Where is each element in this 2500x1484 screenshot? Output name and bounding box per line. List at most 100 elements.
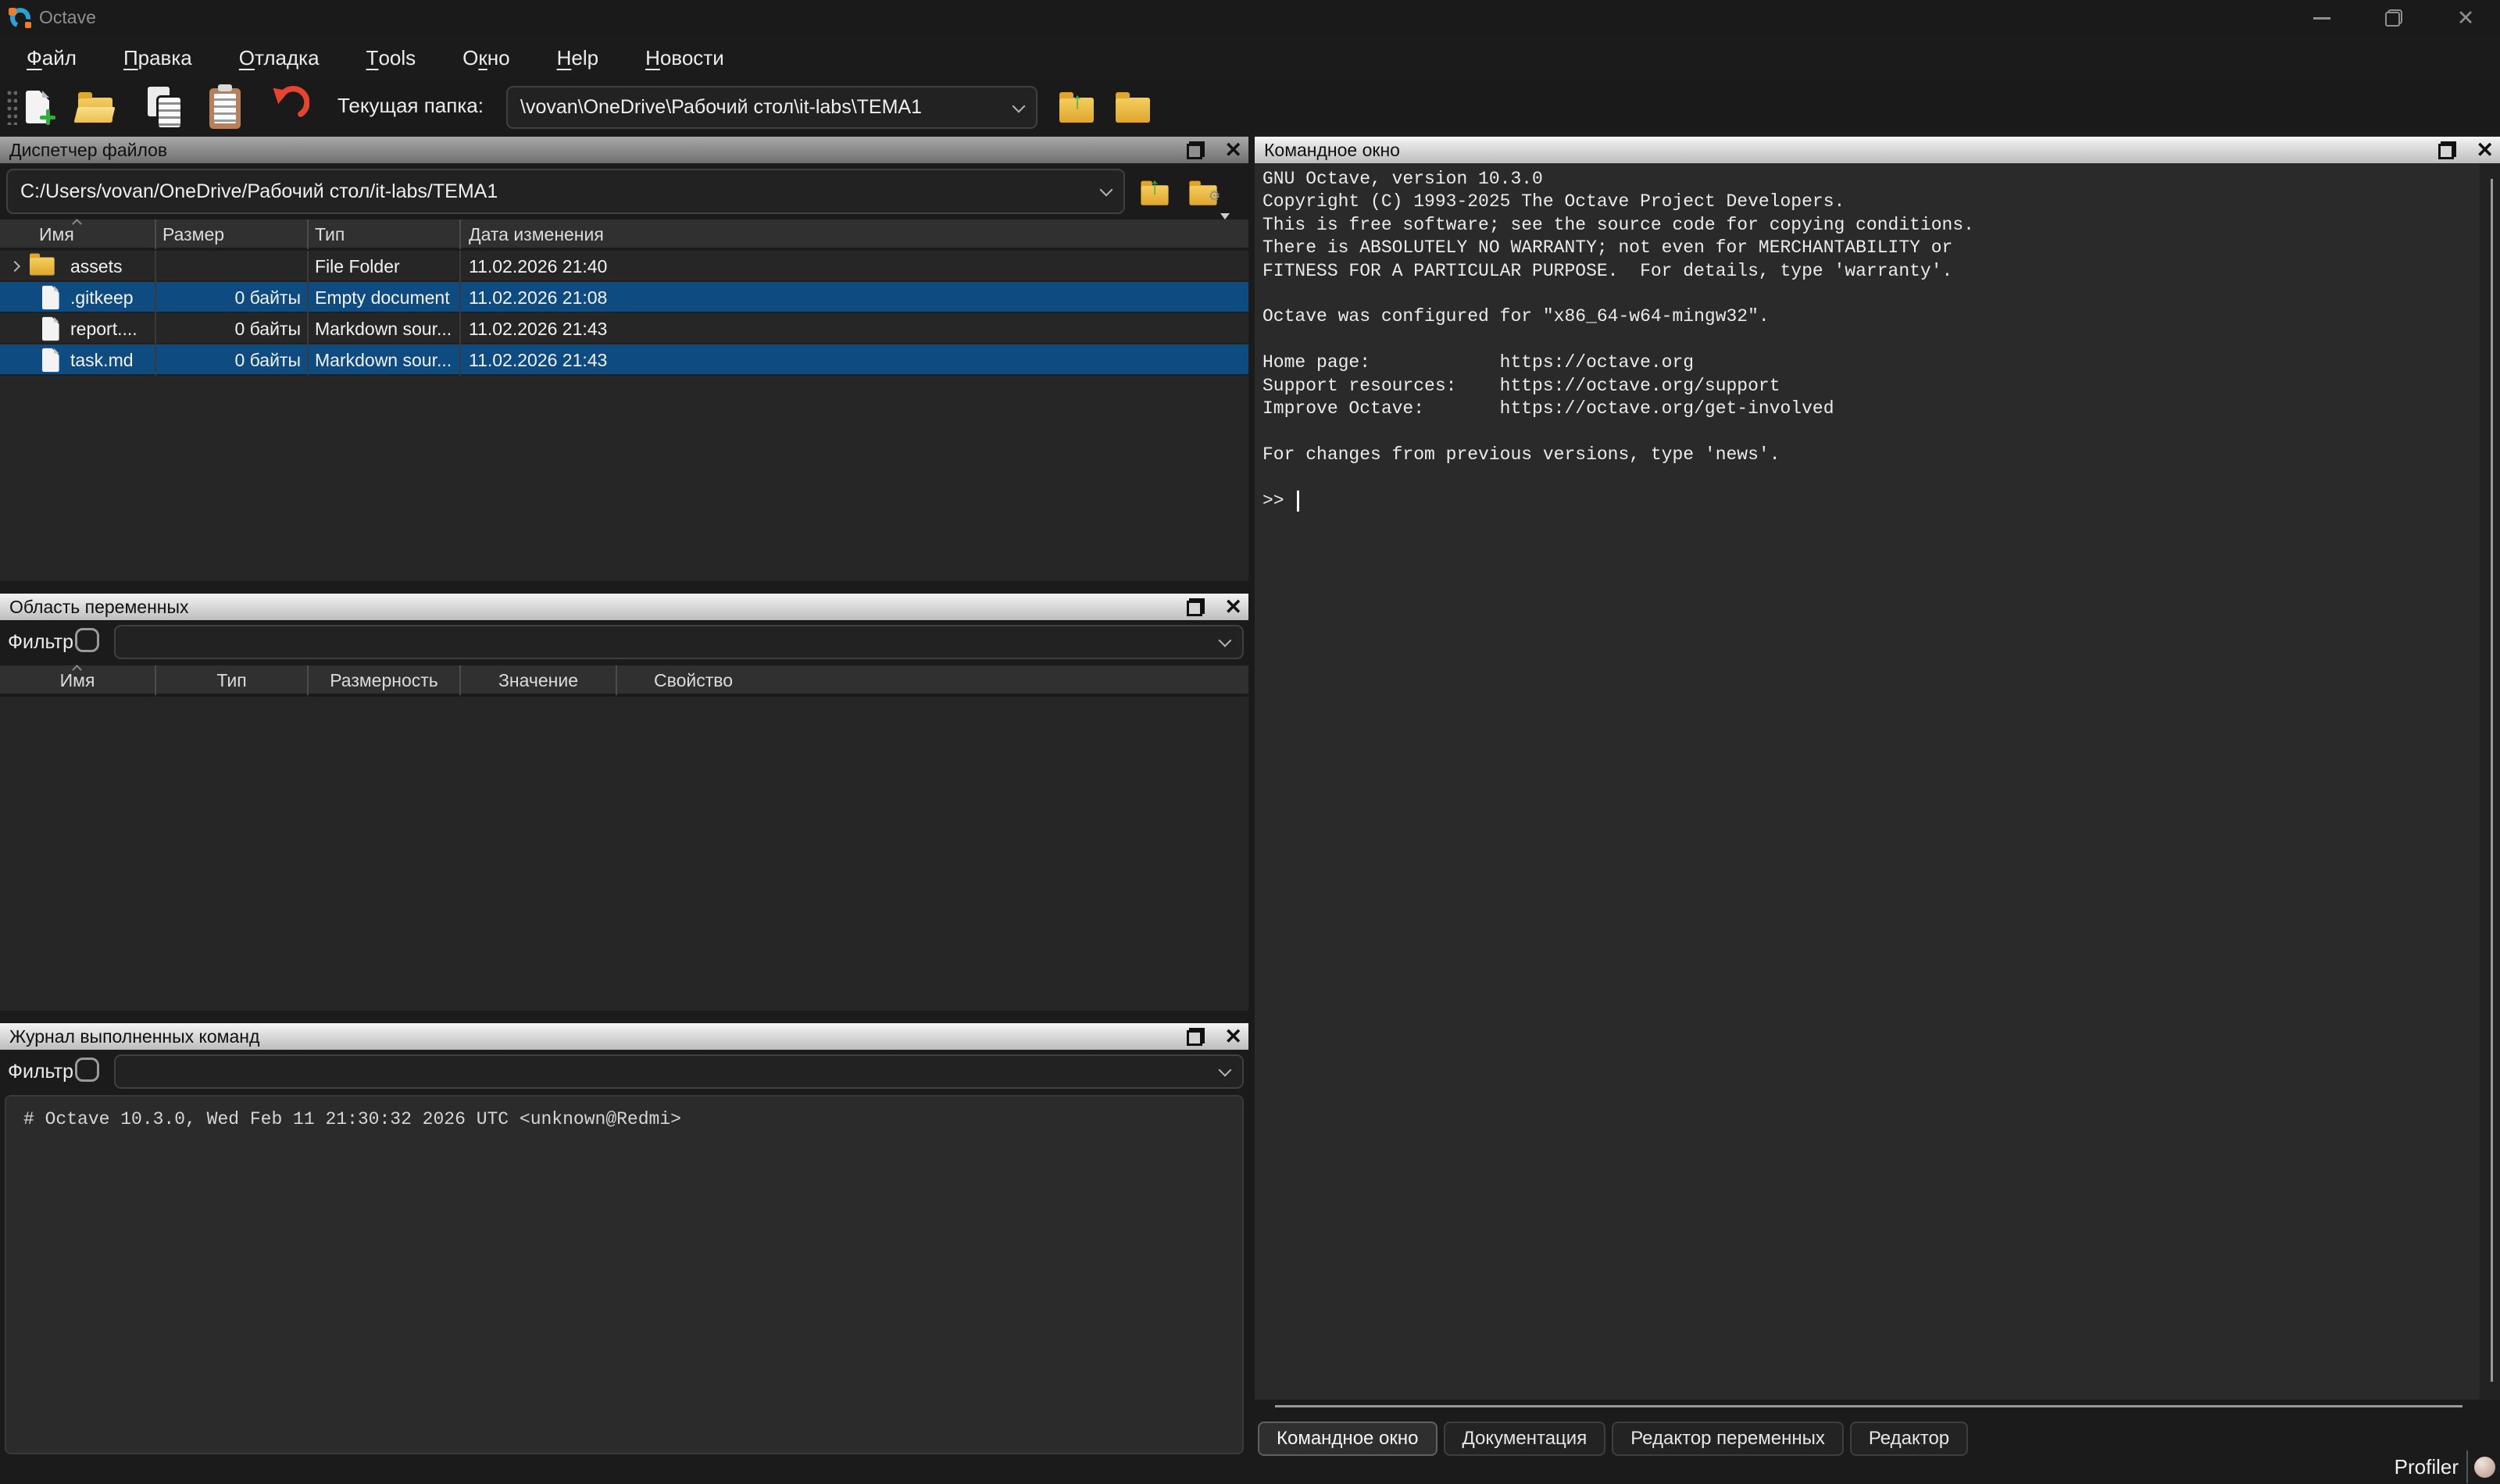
folder-icon	[1116, 98, 1150, 123]
statusbar-divider	[2466, 1450, 2468, 1483]
paste-icon	[209, 88, 241, 129]
column-header-name[interactable]: Имя	[0, 219, 156, 249]
column-header-dimension[interactable]: Размерность	[309, 665, 461, 695]
tab-documentation[interactable]: Документация	[1444, 1422, 1606, 1456]
close-icon: ✕	[2457, 8, 2475, 29]
tab-variable-editor[interactable]: Редактор переменных	[1612, 1422, 1844, 1456]
paste-button[interactable]	[202, 84, 248, 130]
history-filter-combobox[interactable]	[114, 1054, 1244, 1089]
menu-tools[interactable]: Tools	[343, 36, 440, 80]
profiler-status-icon[interactable]	[2474, 1457, 2495, 1478]
file-size: 0 байты	[156, 344, 309, 376]
copy-button[interactable]	[141, 84, 188, 130]
file-type: Markdown sour...	[309, 313, 461, 344]
column-header-type[interactable]: Тип	[309, 219, 461, 249]
tab-command-window[interactable]: Командное окно	[1258, 1422, 1438, 1456]
tab-editor[interactable]: Редактор	[1850, 1422, 1968, 1456]
file-row-assets[interactable]: assets File Folder 11.02.2026 21:40	[0, 251, 1248, 282]
undock-icon[interactable]	[2438, 141, 2457, 160]
undock-icon[interactable]	[1186, 598, 1205, 617]
workspace-variable-list[interactable]	[0, 697, 1248, 1011]
octave-logo-icon	[8, 5, 33, 30]
statusbar: Profiler	[2395, 1450, 2500, 1484]
maximize-button[interactable]	[2358, 0, 2430, 36]
profiler-label: Profiler	[2395, 1455, 2459, 1479]
menu-help[interactable]: Help	[534, 36, 622, 80]
scrollbar-handle[interactable]	[2491, 179, 2493, 1382]
filter-label: Фильтр	[8, 631, 73, 654]
file-icon	[42, 286, 59, 309]
menubar: Файл Правка Отладка Tools Окно Help Ново…	[3, 36, 748, 80]
new-script-button[interactable]	[14, 84, 61, 130]
file-row-task[interactable]: task.md 0 байты Markdown sour... 11.02.2…	[0, 344, 1248, 376]
file-modified: 11.02.2026 21:43	[461, 344, 1248, 376]
history-titlebar: Журнал выполненных команд ✕	[0, 1023, 1248, 1050]
file-row-report[interactable]: report.... 0 байты Markdown sour... 11.0…	[0, 313, 1248, 344]
close-window-button[interactable]: ✕	[2430, 0, 2500, 36]
menu-file[interactable]: Файл	[3, 36, 100, 80]
text-cursor	[1297, 491, 1299, 512]
browse-folder-button[interactable]	[1109, 84, 1156, 130]
workspace-titlebar: Область переменных ✕	[0, 594, 1248, 620]
file-browser-path-value: C:/Users/vovan/OneDrive/Рабочий стол/it-…	[20, 180, 498, 203]
new-document-icon	[26, 91, 49, 123]
folder-up-button[interactable]: ↑	[1053, 84, 1100, 130]
workspace-filter-row: Фильтр	[0, 620, 1248, 664]
history-title: Журнал выполненных команд	[9, 1026, 259, 1047]
workspace-filter-combobox[interactable]	[114, 625, 1244, 659]
window-titlebar: Octave ✕	[0, 0, 2500, 36]
menu-debug[interactable]: Отладка	[216, 36, 343, 80]
command-prompt-line[interactable]: >>	[1262, 490, 1299, 512]
scrollbar-track[interactable]	[2480, 163, 2500, 1400]
window-title: Octave	[39, 7, 96, 28]
file-table-header: Имя Размер Тип Дата изменения	[0, 219, 1248, 249]
column-header-size[interactable]: Размер	[156, 219, 309, 249]
undock-icon[interactable]	[1186, 1027, 1205, 1047]
file-name: report....	[70, 319, 138, 340]
filter-checkbox[interactable]	[75, 1058, 99, 1082]
minimize-button[interactable]	[2286, 0, 2358, 36]
file-browser-path-row: C:/Users/vovan/OneDrive/Рабочий стол/it-…	[0, 163, 1248, 219]
history-filter-row: Фильтр	[0, 1050, 1248, 1093]
file-row-gitkeep[interactable]: .gitkeep 0 байты Empty document 11.02.20…	[0, 282, 1248, 313]
file-modified: 11.02.2026 21:40	[461, 251, 1248, 282]
command-window[interactable]: GNU Octave, version 10.3.0 Copyright (C)…	[1255, 163, 2500, 1400]
column-header-value[interactable]: Значение	[461, 665, 617, 695]
current-folder-combobox[interactable]: \vovan\OneDrive\Рабочий стол\it-labs\TEM…	[506, 86, 1038, 129]
file-browser-actions-button[interactable]: ⚙	[1181, 169, 1225, 215]
menu-news[interactable]: Новости	[622, 36, 748, 80]
restore-icon	[2385, 9, 2402, 27]
undo-button[interactable]	[266, 84, 312, 130]
close-panel-icon[interactable]: ✕	[2476, 140, 2494, 161]
up-arrow-icon: ↑	[1149, 175, 1161, 198]
history-entry[interactable]: # Octave 10.3.0, Wed Feb 11 21:30:32 202…	[23, 1109, 681, 1129]
filter-label: Фильтр	[8, 1061, 73, 1083]
dock-splitter[interactable]	[1275, 1405, 2462, 1407]
close-panel-icon[interactable]: ✕	[1224, 1026, 1242, 1047]
history-list[interactable]: # Octave 10.3.0, Wed Feb 11 21:30:32 202…	[5, 1095, 1244, 1454]
open-file-button[interactable]	[72, 84, 119, 130]
folder-icon	[30, 257, 55, 275]
menu-edit[interactable]: Правка	[100, 36, 216, 80]
expand-chevron-icon[interactable]	[9, 261, 20, 272]
file-icon	[42, 348, 59, 372]
command-output: GNU Octave, version 10.3.0 Copyright (C)…	[1262, 168, 1974, 466]
close-panel-icon[interactable]: ✕	[1224, 597, 1242, 618]
filter-checkbox[interactable]	[75, 628, 99, 652]
file-browser-up-button[interactable]: ↑	[1134, 169, 1175, 215]
column-header-class[interactable]: Тип	[156, 665, 309, 695]
plus-icon	[40, 109, 55, 125]
column-header-modified[interactable]: Дата изменения	[461, 219, 1248, 249]
file-name: task.md	[70, 350, 134, 371]
minimize-icon	[2313, 17, 2330, 20]
close-panel-icon[interactable]: ✕	[1224, 140, 1242, 161]
file-browser-path-combobox[interactable]: C:/Users/vovan/OneDrive/Рабочий стол/it-…	[6, 169, 1125, 214]
dock-tabs: Командное окно Документация Редактор пер…	[1258, 1422, 1968, 1456]
column-header-name[interactable]: Имя	[0, 665, 156, 695]
menu-window[interactable]: Окно	[439, 36, 533, 80]
column-header-attribute[interactable]: Свойство	[617, 665, 1248, 695]
undock-icon[interactable]	[1186, 141, 1205, 160]
file-type: File Folder	[309, 251, 461, 282]
copy-icon	[146, 87, 182, 127]
file-icon	[42, 317, 59, 341]
